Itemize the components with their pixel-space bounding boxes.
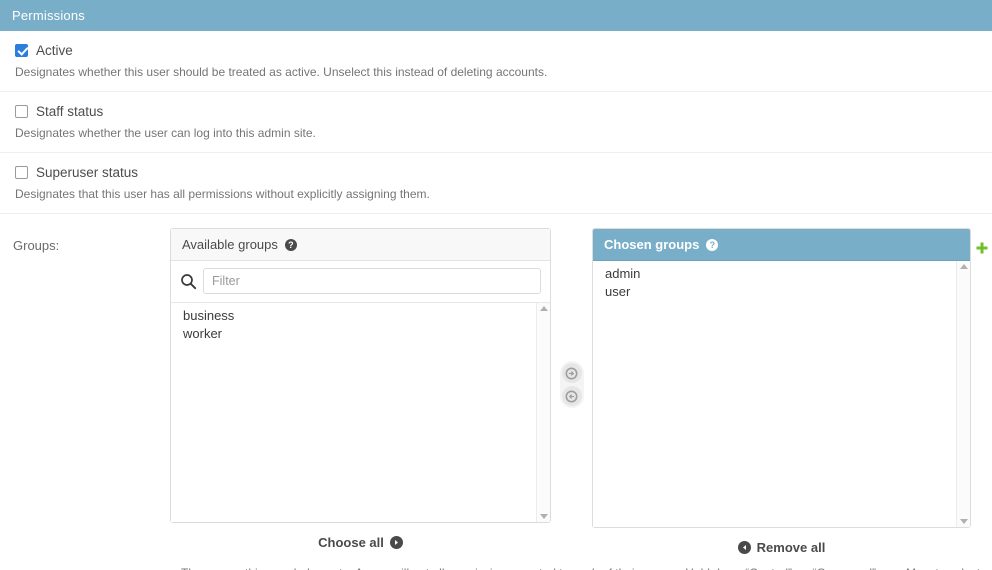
chosen-groups-footer: Remove all [592,528,971,555]
available-groups-title: Available groups [182,237,278,252]
superuser-status-label: Superuser status [36,165,138,180]
remove-all-button[interactable]: Remove all [738,540,826,555]
chosen-groups-box: Chosen groups ? admin user [592,228,971,528]
question-mark-circle-icon[interactable]: ? [706,239,718,251]
form-row-superuser-status: Superuser status Designates that this us… [0,153,992,214]
form-row-groups: Groups: Available groups ? bu [0,214,992,555]
staff-status-help-text: Designates whether the user can log into… [15,126,980,141]
groups-selector: Available groups ? business worker [170,228,992,555]
selector-chooser-buttons [551,228,592,408]
available-groups-filter-input[interactable] [203,268,541,294]
scroll-down-arrow-icon[interactable] [960,519,968,524]
add-another-group-button[interactable] [974,240,990,256]
form-row-staff-status: Staff status Designates whether the user… [0,92,992,153]
active-label: Active [36,43,73,58]
scroll-up-arrow-icon[interactable] [960,264,968,269]
chosen-groups-header: Chosen groups ? [593,229,970,261]
superuser-status-help-text: Designates that this user has all permis… [15,187,980,202]
chosen-groups-scrollbar[interactable] [956,261,970,527]
arrow-left-circle-icon [565,390,578,403]
choose-all-button[interactable]: Choose all [318,535,403,550]
available-groups-column: Available groups ? business worker [170,228,551,550]
chosen-groups-list[interactable]: admin user [593,261,970,527]
list-item[interactable]: business [183,307,550,325]
choose-all-label: Choose all [318,535,384,550]
list-item[interactable]: worker [183,325,550,343]
scroll-down-arrow-icon[interactable] [540,514,548,519]
available-groups-footer: Choose all [170,523,551,550]
groups-label: Groups: [0,228,170,555]
available-groups-list[interactable]: business worker [171,303,550,522]
module-header: Permissions [0,0,992,31]
available-groups-header: Available groups ? [171,229,550,261]
list-item[interactable]: admin [605,265,970,283]
chosen-groups-column: Chosen groups ? admin user [592,228,971,555]
groups-help-text: The groups this user belongs to. A user … [0,555,992,570]
add-selected-button[interactable] [562,363,582,383]
arrow-right-circle-icon [390,536,403,549]
superuser-status-checkbox[interactable] [15,166,28,179]
remove-all-label: Remove all [757,540,826,555]
staff-status-checkbox[interactable] [15,105,28,118]
available-groups-box: Available groups ? business worker [170,228,551,523]
remove-selected-button[interactable] [562,386,582,406]
available-filter-bar [171,261,550,303]
module-title: Permissions [12,8,85,23]
available-groups-scrollbar[interactable] [536,303,550,522]
question-mark-circle-icon[interactable]: ? [285,239,297,251]
list-item[interactable]: user [605,283,970,301]
search-icon [180,273,197,290]
plus-icon [975,241,989,255]
active-help-text: Designates whether this user should be t… [15,65,980,80]
active-checkbox[interactable] [15,44,28,57]
checkbox-row-staff-status[interactable]: Staff status [12,102,980,120]
staff-status-label: Staff status [36,104,103,119]
arrow-left-circle-icon [738,541,751,554]
checkbox-row-active[interactable]: Active [12,41,980,59]
chosen-groups-title: Chosen groups [604,237,699,252]
arrow-right-circle-icon [565,367,578,380]
scroll-up-arrow-icon[interactable] [540,306,548,311]
checkbox-row-superuser-status[interactable]: Superuser status [12,163,980,181]
form-row-active: Active Designates whether this user shou… [0,31,992,92]
